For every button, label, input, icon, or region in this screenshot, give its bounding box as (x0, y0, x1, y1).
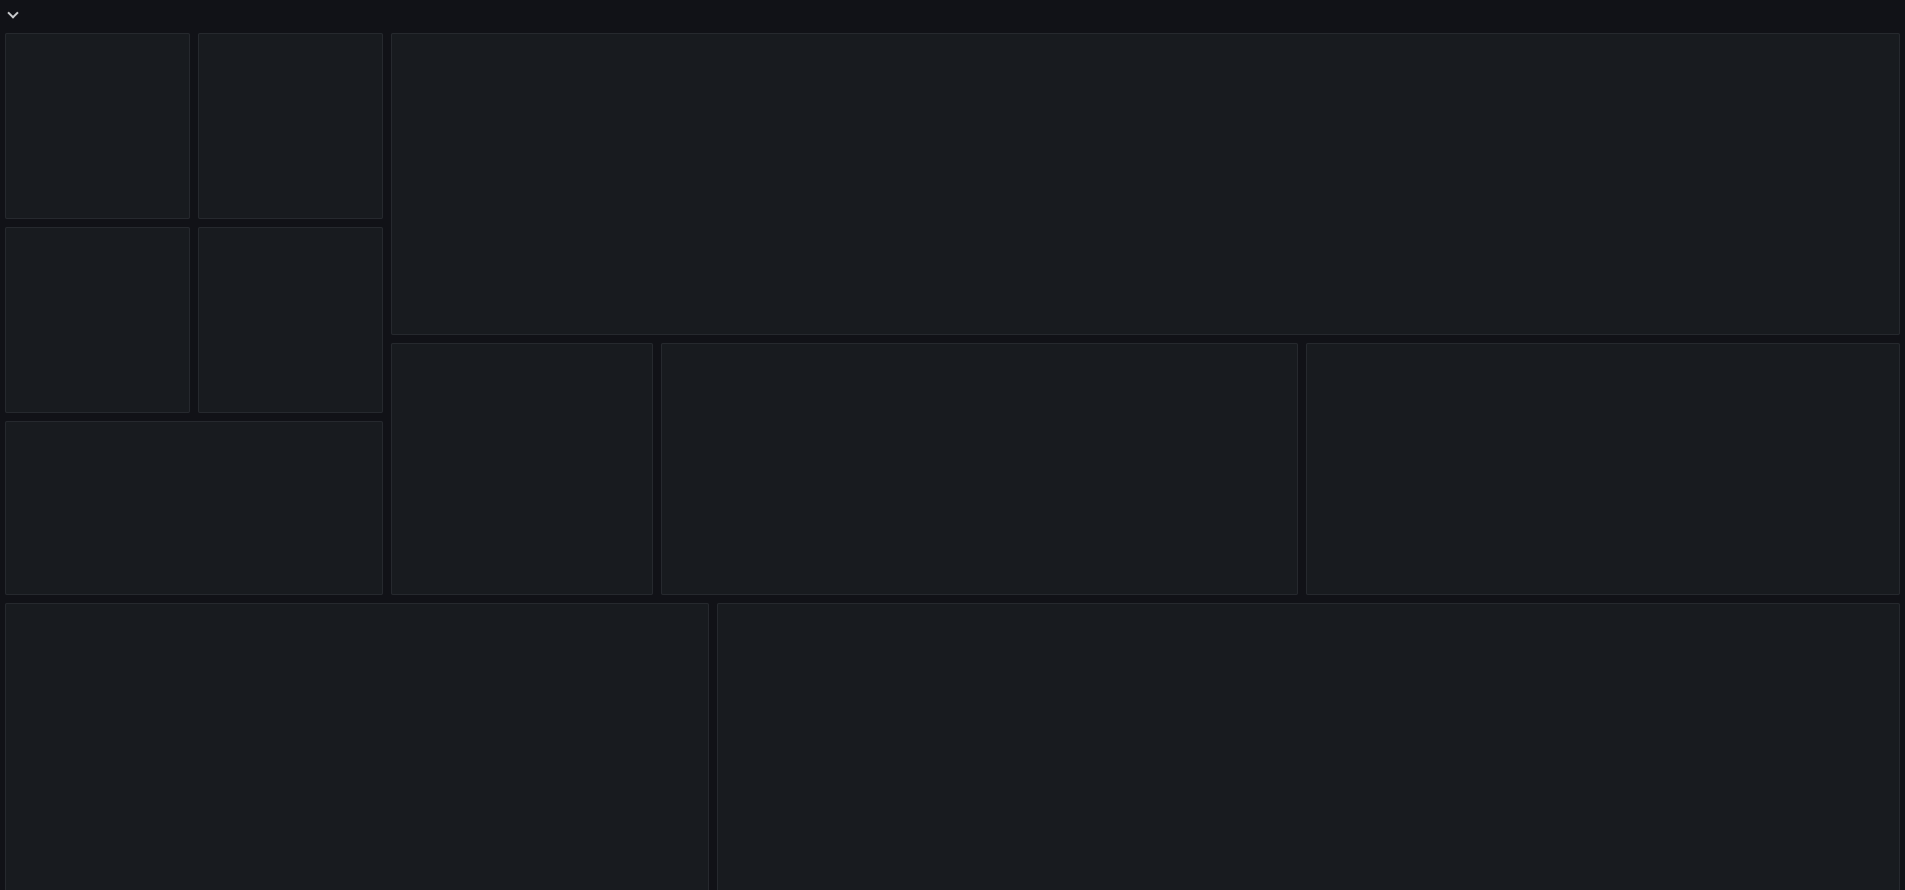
gauge (216, 260, 366, 410)
no-data-message (662, 344, 1297, 594)
panel-row-count (1306, 343, 1900, 595)
bar-chart-x-axis (455, 277, 1885, 293)
bar-gauge-stack (209, 100, 374, 212)
panel-transaction-log (391, 33, 1900, 335)
panel-table-locks (5, 421, 383, 595)
chevron-down-icon (7, 7, 18, 18)
dashboard-row-header[interactable] (0, 0, 1905, 30)
gauge-group (6, 422, 382, 594)
gauge (1492, 360, 1717, 585)
panel-used-space (198, 33, 383, 219)
chart-legend (455, 300, 1555, 320)
grafana-dashboard (0, 0, 1905, 890)
bar-chart-category-axis (392, 80, 448, 275)
panel-total-space (5, 33, 190, 219)
panel-unused-space (5, 227, 190, 413)
bar-gauge-rows (718, 604, 1899, 890)
panel-memory-grants-pending (198, 227, 383, 413)
bar-gauge-stack (16, 294, 181, 406)
bar-chart-plot (455, 80, 1881, 272)
panel-memory-usage (5, 603, 709, 890)
panel-tempdb-disk-monitoring (717, 603, 1900, 890)
panel-backup-status (661, 343, 1298, 595)
chart-legend (392, 520, 653, 590)
bar-gauge-rows (6, 604, 708, 890)
panel-database-file-usage (391, 343, 653, 595)
pie-chart (476, 399, 570, 493)
bar-gauge-stack (16, 100, 181, 212)
